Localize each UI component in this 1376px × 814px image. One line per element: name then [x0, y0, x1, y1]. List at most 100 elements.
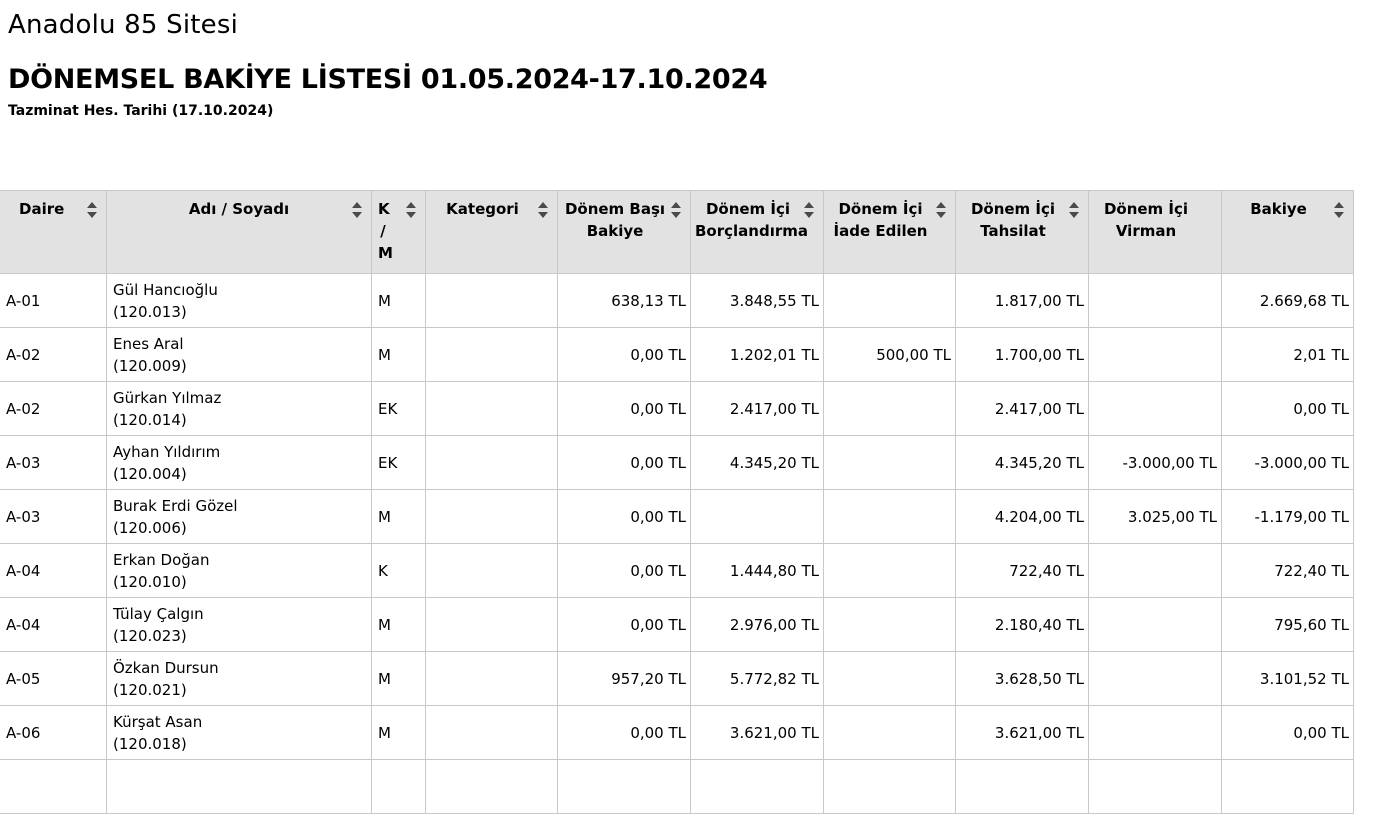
- cell-iade: [823, 759, 956, 814]
- cell-virman: [1088, 651, 1222, 706]
- cell-name: Gül Hancıoğlu (120.013): [106, 273, 372, 328]
- account-code: (120.013): [113, 302, 187, 321]
- resident-name: Kürşat Asan: [113, 712, 203, 731]
- sort-updown-icon[interactable]: [405, 200, 417, 220]
- site-title: Anadolu 85 Sitesi: [8, 10, 239, 40]
- cell-borclandirma: 1.202,01 TL: [690, 327, 824, 382]
- table-row: A-03 Ayhan Yıldırım (120.004) EK 0,00 TL 4.34…: [0, 435, 1354, 490]
- resident-name: Burak Erdi Gözel: [113, 496, 238, 515]
- column-header-iade[interactable]: Dönem İçi İade Edilen: [823, 190, 956, 274]
- cell-daire: A-02: [0, 381, 107, 436]
- cell-daire: A-04: [0, 543, 107, 598]
- cell-borclandirma: 3.621,00 TL: [690, 705, 824, 760]
- column-header-bakiye[interactable]: Bakiye: [1221, 190, 1354, 274]
- cell-virman: [1088, 543, 1222, 598]
- cell-bakiye: 3.101,52 TL: [1221, 651, 1354, 706]
- cell-km: M: [371, 597, 426, 652]
- cell-km: [371, 759, 426, 814]
- cell-daire: A-03: [0, 435, 107, 490]
- cell-name: Kürşat Asan (120.018): [106, 705, 372, 760]
- cell-km: M: [371, 705, 426, 760]
- sort-updown-icon[interactable]: [537, 200, 549, 220]
- cell-tahsilat: 1.700,00 TL: [955, 327, 1089, 382]
- cell-virman: 3.025,00 TL: [1088, 489, 1222, 544]
- cell-donem-basi: 0,00 TL: [557, 327, 691, 382]
- cell-bakiye: 722,40 TL: [1221, 543, 1354, 598]
- cell-borclandirma: [690, 759, 824, 814]
- cell-virman: [1088, 759, 1222, 814]
- sort-updown-icon[interactable]: [935, 200, 947, 220]
- cell-iade: 500,00 TL: [823, 327, 956, 382]
- report-subtitle: Tazminat Hes. Tarihi (17.10.2024): [8, 103, 274, 119]
- sort-updown-icon[interactable]: [351, 200, 363, 220]
- sort-updown-icon[interactable]: [803, 200, 815, 220]
- column-header-label: Dönem Başı Bakiye: [564, 200, 666, 240]
- cell-virman: [1088, 705, 1222, 760]
- cell-bakiye: 0,00 TL: [1221, 705, 1354, 760]
- sort-updown-icon[interactable]: [1333, 200, 1345, 220]
- cell-km: M: [371, 651, 426, 706]
- cell-donem-basi: 638,13 TL: [557, 273, 691, 328]
- cell-daire: A-01: [0, 273, 107, 328]
- cell-virman: [1088, 327, 1222, 382]
- column-header-kategori[interactable]: Kategori: [425, 190, 558, 274]
- table-header-row: Daire Adı / Soyadı K / M Kategori Dönem Başı…: [0, 190, 1354, 274]
- account-code: (120.010): [113, 572, 187, 591]
- cell-bakiye: 0,00 TL: [1221, 381, 1354, 436]
- table-row: A-05 Özkan Dursun (120.021) M 957,20 TL 5.772…: [0, 651, 1354, 706]
- resident-name: Tülay Çalgın: [113, 604, 204, 623]
- account-code: (120.009): [113, 356, 187, 375]
- cell-virman: -3.000,00 TL: [1088, 435, 1222, 490]
- cell-iade: [823, 489, 956, 544]
- resident-name: Gül Hancıoğlu: [113, 280, 218, 299]
- column-header-label: K / M: [378, 200, 393, 262]
- sort-updown-icon[interactable]: [670, 200, 682, 220]
- cell-km: EK: [371, 381, 426, 436]
- cell-km: M: [371, 273, 426, 328]
- cell-donem-basi: 0,00 TL: [557, 381, 691, 436]
- column-header-label: Bakiye: [1250, 200, 1307, 218]
- resident-name: Gürkan Yılmaz: [113, 388, 222, 407]
- table-row: A-04 Erkan Doğan (120.010) K 0,00 TL 1.444,80…: [0, 543, 1354, 598]
- table-row: A-02 Enes Aral (120.009) M 0,00 TL 1.202,01 T…: [0, 327, 1354, 382]
- column-header-daire[interactable]: Daire: [0, 190, 107, 274]
- cell-iade: [823, 705, 956, 760]
- column-header-label: Dönem İçi Tahsilat: [970, 200, 1056, 240]
- account-code: (120.014): [113, 410, 187, 429]
- cell-bakiye: -1.179,00 TL: [1221, 489, 1354, 544]
- column-header-virman: Dönem İçi Virman: [1088, 190, 1222, 274]
- column-header-label: Adı / Soyadı: [188, 200, 290, 218]
- balance-table: Daire Adı / Soyadı K / M Kategori Dönem Başı…: [0, 190, 1354, 814]
- cell-daire: A-04: [0, 597, 107, 652]
- cell-virman: [1088, 273, 1222, 328]
- column-header-borc[interactable]: Dönem İçi Borçlandırma: [690, 190, 824, 274]
- cell-kategori: [425, 705, 558, 760]
- table-row: A-01 Gül Hancıoğlu (120.013) M 638,13 TL 3.84…: [0, 273, 1354, 328]
- cell-tahsilat: 4.345,20 TL: [955, 435, 1089, 490]
- cell-iade: [823, 435, 956, 490]
- cell-iade: [823, 651, 956, 706]
- cell-tahsilat: 2.180,40 TL: [955, 597, 1089, 652]
- cell-donem-basi: 957,20 TL: [557, 651, 691, 706]
- cell-name: Ayhan Yıldırım (120.004): [106, 435, 372, 490]
- cell-donem-basi: 0,00 TL: [557, 705, 691, 760]
- cell-kategori: [425, 435, 558, 490]
- cell-kategori: [425, 489, 558, 544]
- cell-borclandirma: [690, 489, 824, 544]
- column-header-donem-basi[interactable]: Dönem Başı Bakiye: [557, 190, 691, 274]
- cell-tahsilat: 3.621,00 TL: [955, 705, 1089, 760]
- cell-daire: A-02: [0, 327, 107, 382]
- column-header-tahsilat[interactable]: Dönem İçi Tahsilat: [955, 190, 1089, 274]
- resident-name: Enes Aral: [113, 334, 184, 353]
- sort-updown-icon[interactable]: [1068, 200, 1080, 220]
- cell-daire: A-05: [0, 651, 107, 706]
- column-header-km[interactable]: K / M: [371, 190, 426, 274]
- table-row: [0, 759, 1354, 814]
- cell-donem-basi: 0,00 TL: [557, 435, 691, 490]
- account-code: (120.004): [113, 464, 187, 483]
- sort-updown-icon[interactable]: [86, 200, 98, 220]
- column-header-adi[interactable]: Adı / Soyadı: [106, 190, 372, 274]
- cell-km: M: [371, 489, 426, 544]
- cell-kategori: [425, 651, 558, 706]
- cell-bakiye: -3.000,00 TL: [1221, 435, 1354, 490]
